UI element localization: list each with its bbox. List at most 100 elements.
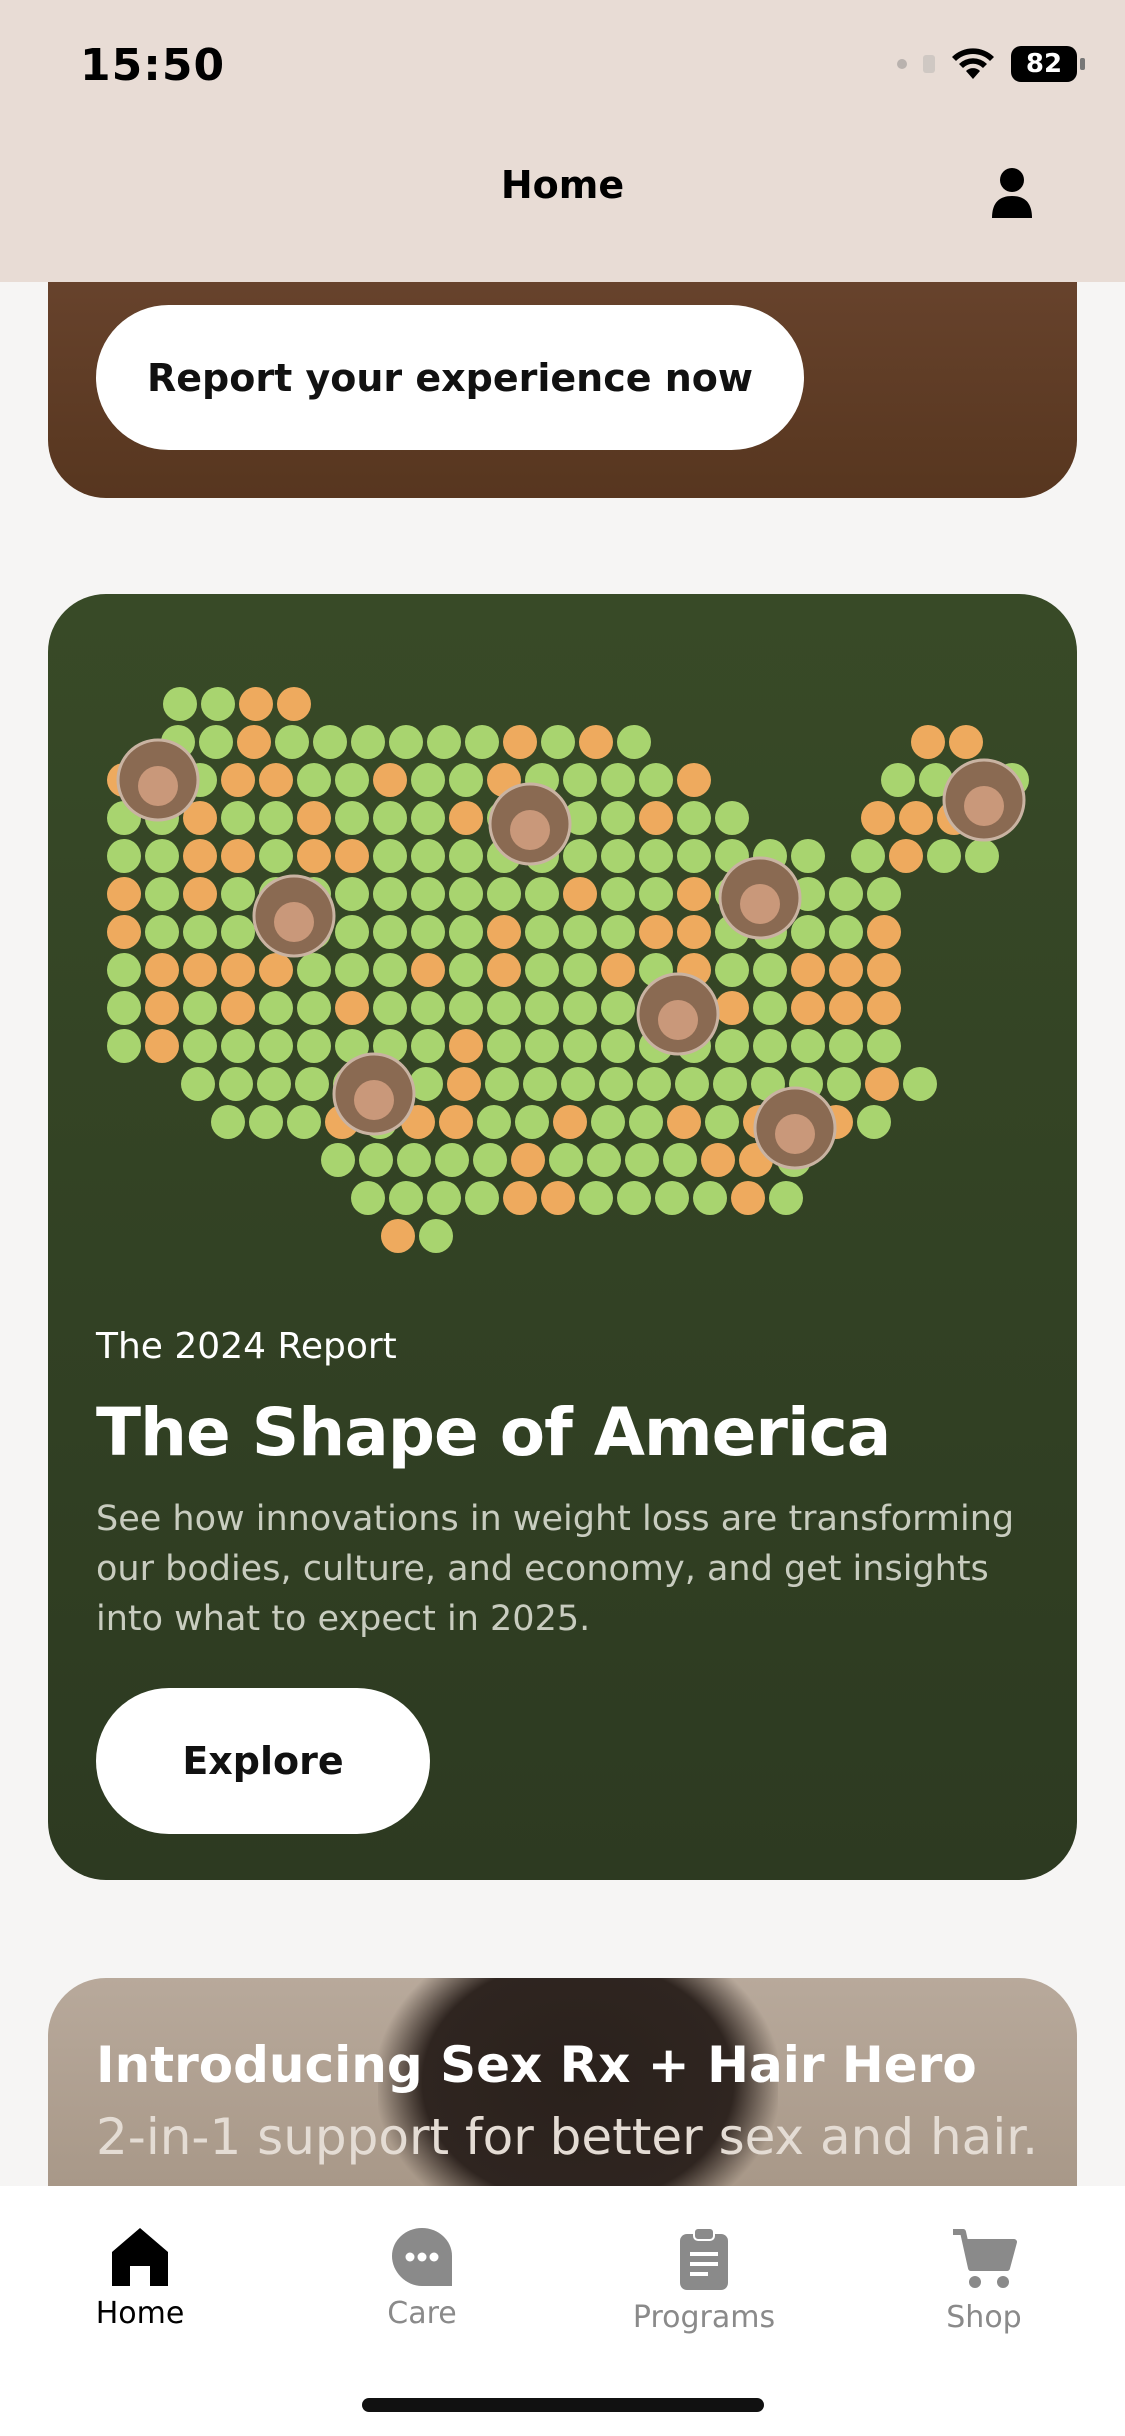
map-dot <box>449 763 483 797</box>
map-dot <box>313 725 347 759</box>
map-dot <box>449 877 483 911</box>
map-dot <box>183 915 217 949</box>
map-dot <box>601 991 635 1025</box>
map-dot <box>861 801 895 835</box>
map-dot <box>677 877 711 911</box>
map-dot <box>829 877 863 911</box>
map-dot <box>601 801 635 835</box>
map-dot <box>867 953 901 987</box>
map-dot <box>411 877 445 911</box>
tab-programs[interactable]: Programs <box>604 2226 804 2335</box>
map-dot <box>715 1029 749 1063</box>
map-dot <box>259 763 293 797</box>
map-dot <box>381 1219 415 1253</box>
map-dot <box>449 915 483 949</box>
person-icon[interactable] <box>990 166 1034 220</box>
map-dot <box>145 991 179 1025</box>
report-description: See how innovations in weight loss are t… <box>96 1499 1015 1639</box>
map-dot <box>145 839 179 873</box>
map-dot <box>239 687 273 721</box>
map-dot <box>295 1067 329 1101</box>
map-dot <box>477 1105 511 1139</box>
avatar <box>488 782 572 866</box>
report-title: The Shape of America <box>96 1394 891 1471</box>
map-dot <box>465 725 499 759</box>
map-dot <box>287 1105 321 1139</box>
map-dot <box>297 763 331 797</box>
map-dot <box>599 1067 633 1101</box>
map-dot <box>107 953 141 987</box>
map-dot <box>639 915 673 949</box>
signal-icon <box>897 59 907 69</box>
chat-bubble-icon <box>392 2228 452 2286</box>
explore-button[interactable]: Explore <box>96 1688 430 1834</box>
map-dot <box>183 877 217 911</box>
tab-shop[interactable]: Shop <box>884 2226 1084 2335</box>
map-dot <box>601 839 635 873</box>
map-dot <box>237 725 271 759</box>
map-dot <box>257 1067 291 1101</box>
map-dot <box>335 991 369 1025</box>
map-dot <box>601 953 635 987</box>
usa-dot-map <box>107 687 1029 1253</box>
map-dot <box>449 991 483 1025</box>
signal-bar-icon <box>923 55 935 73</box>
map-dot <box>335 801 369 835</box>
map-dot <box>351 1181 385 1215</box>
map-dot <box>351 725 385 759</box>
report-experience-button[interactable]: Report your experience now <box>96 305 804 450</box>
map-dot <box>677 801 711 835</box>
promo-subtitle: 2-in-1 support for better sex and hair. <box>96 2108 1039 2166</box>
promo-card[interactable]: Introducing Sex Rx + Hair Hero 2-in-1 su… <box>48 1978 1077 2188</box>
map-dot <box>183 991 217 1025</box>
map-dot <box>411 991 445 1025</box>
map-dot <box>145 1029 179 1063</box>
map-dot <box>625 1143 659 1177</box>
map-dot <box>927 839 961 873</box>
map-dot <box>359 1143 393 1177</box>
map-dot <box>183 1029 217 1063</box>
map-dot <box>617 725 651 759</box>
map-dot <box>439 1105 473 1139</box>
map-dot <box>221 763 255 797</box>
map-dot <box>503 725 537 759</box>
tab-home[interactable]: Home <box>40 2226 240 2331</box>
map-dot <box>411 801 445 835</box>
map-dot <box>553 1105 587 1139</box>
map-dot <box>107 1029 141 1063</box>
map-dot <box>485 1067 519 1101</box>
map-dot <box>449 801 483 835</box>
map-dot <box>601 1029 635 1063</box>
map-dot <box>753 953 787 987</box>
tab-care[interactable]: Care <box>322 2226 522 2331</box>
map-dot <box>511 1143 545 1177</box>
map-dot <box>201 687 235 721</box>
avatar <box>753 1086 837 1170</box>
map-dot <box>249 1105 283 1139</box>
map-dot <box>601 877 635 911</box>
tab-label: Programs <box>632 2300 776 2335</box>
report-card[interactable]: The 2024 Report The Shape of America See… <box>48 594 1077 1880</box>
map-dot <box>373 953 407 987</box>
map-dot <box>639 877 673 911</box>
map-dot <box>335 763 369 797</box>
map-dot <box>715 801 749 835</box>
top-header: 15:50 82 Home <box>0 0 1125 282</box>
map-dot <box>389 725 423 759</box>
map-dot <box>221 1029 255 1063</box>
map-dot <box>373 801 407 835</box>
map-dot <box>259 991 293 1025</box>
map-dot <box>275 725 309 759</box>
tab-label: Care <box>387 2296 457 2331</box>
map-dot <box>587 1143 621 1177</box>
map-dot <box>487 953 521 987</box>
map-dot <box>221 953 255 987</box>
map-dot <box>715 991 749 1025</box>
map-dot <box>525 877 559 911</box>
map-dot <box>183 953 217 987</box>
map-dot <box>411 1029 445 1063</box>
map-dot <box>563 1029 597 1063</box>
tab-label: Home <box>95 2296 185 2331</box>
map-dot <box>881 763 915 797</box>
cart-icon <box>953 2229 1017 2288</box>
